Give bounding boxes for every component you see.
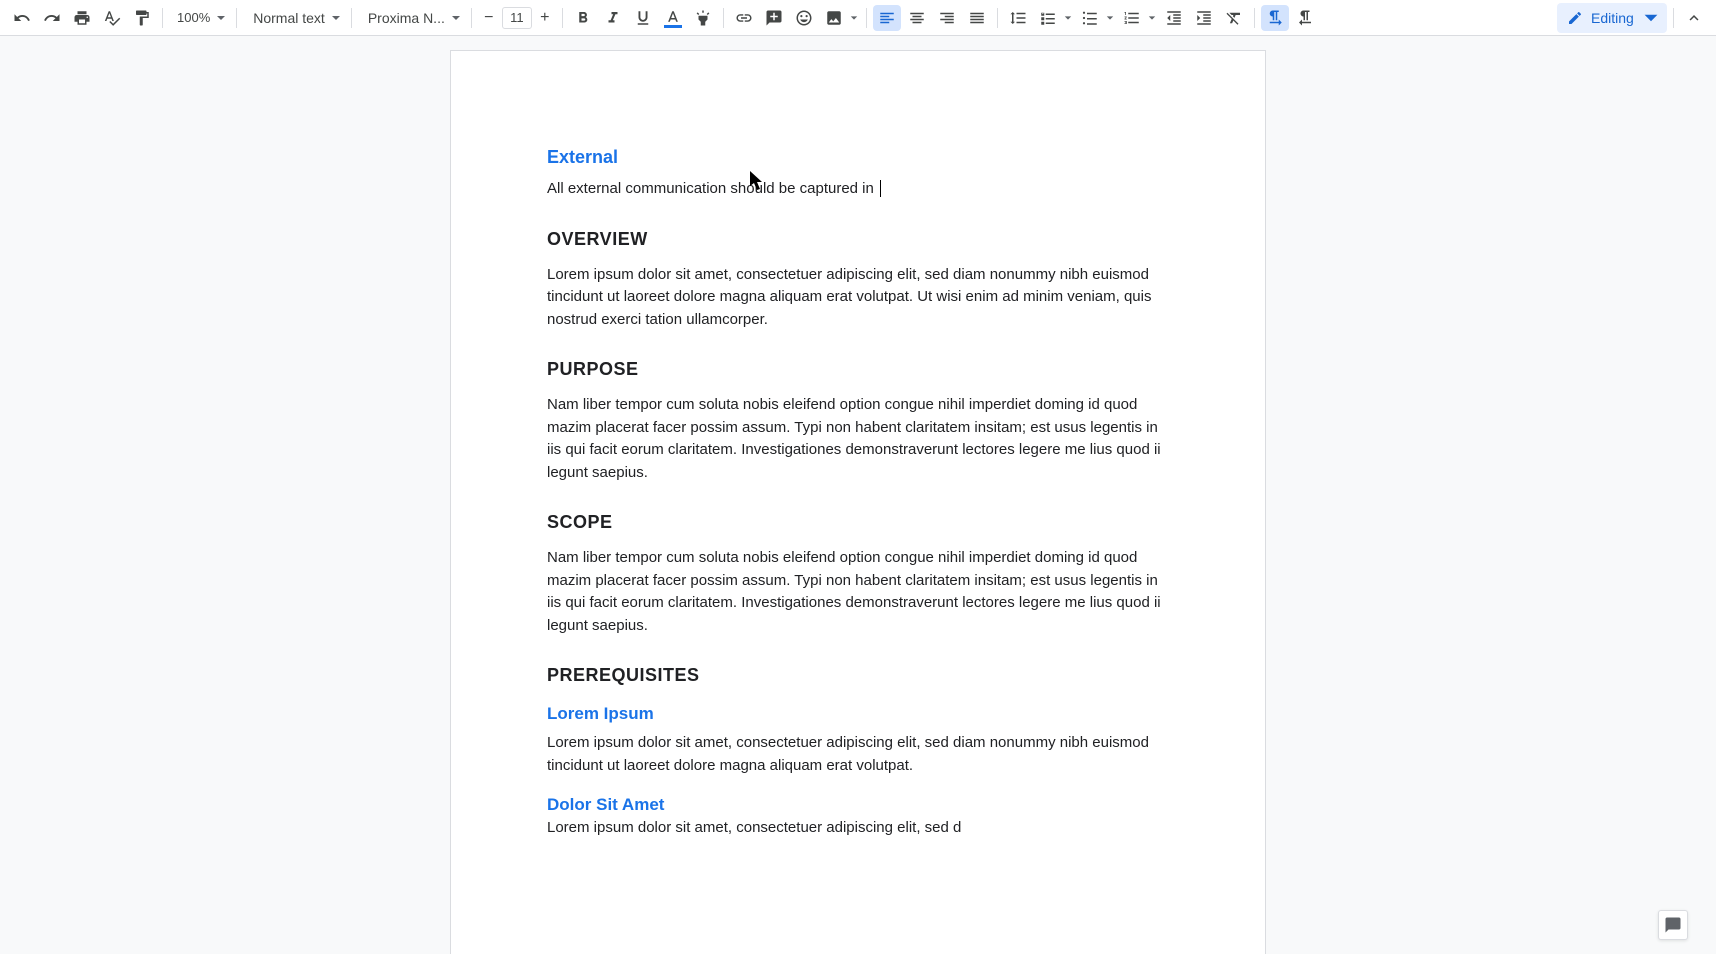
clear-formatting-button[interactable] [1220, 5, 1248, 31]
align-justify-button[interactable] [963, 5, 991, 31]
decrease-font-size-button[interactable]: − [478, 7, 500, 29]
font-dropdown[interactable]: Proxima N... [358, 5, 465, 31]
decrease-indent-button[interactable] [1160, 5, 1188, 31]
underline-button[interactable] [629, 5, 657, 31]
paragraph-external[interactable]: All external communication should be cap… [547, 178, 1169, 201]
paragraph-style-dropdown[interactable]: Normal text [243, 5, 345, 31]
editing-mode-button[interactable]: Editing [1557, 3, 1667, 33]
paint-format-button[interactable] [128, 5, 156, 31]
numbered-list-combo [1118, 5, 1158, 31]
line-spacing-combo [1004, 5, 1032, 31]
font-size-group: − 11 + [478, 7, 556, 29]
paragraph-purpose[interactable]: Nam liber tempor cum soluta nobis eleife… [547, 394, 1169, 484]
bulleted-list-button[interactable] [1076, 5, 1104, 31]
numbered-list-button[interactable] [1118, 5, 1146, 31]
align-left-button[interactable] [873, 5, 901, 31]
font-value: Proxima N... [368, 10, 445, 26]
heading-prerequisites[interactable]: PREREQUISITES [547, 665, 1169, 686]
pencil-icon [1567, 10, 1583, 26]
subheading-dolor-sit-amet[interactable]: Dolor Sit Amet [547, 795, 1169, 815]
insert-emoji-button[interactable] [790, 5, 818, 31]
paragraph-overview[interactable]: Lorem ipsum dolor sit amet, consectetuer… [547, 264, 1169, 332]
paragraph-dolor-sit-amet[interactable]: Lorem ipsum dolor sit amet, consectetuer… [547, 817, 1169, 840]
undo-button[interactable] [8, 5, 36, 31]
text-color-button[interactable] [659, 5, 687, 31]
add-comment-button[interactable] [760, 5, 788, 31]
insert-image-combo [820, 5, 860, 31]
explore-button[interactable] [1658, 910, 1688, 940]
paragraph-lorem-ipsum[interactable]: Lorem ipsum dolor sit amet, consectetuer… [547, 732, 1169, 777]
heading-external[interactable]: External [547, 147, 1169, 168]
highlight-color-button[interactable] [689, 5, 717, 31]
explore-icon [1664, 916, 1682, 934]
zoom-dropdown[interactable]: 100% [169, 5, 230, 31]
document-canvas[interactable]: External All external communication shou… [0, 36, 1716, 954]
heading-purpose[interactable]: PURPOSE [547, 359, 1169, 380]
bulleted-list-combo [1076, 5, 1116, 31]
bulleted-list-dropdown[interactable] [1104, 5, 1116, 31]
paragraph-scope[interactable]: Nam liber tempor cum soluta nobis eleife… [547, 547, 1169, 637]
align-right-button[interactable] [933, 5, 961, 31]
chevron-down-icon [1643, 10, 1659, 26]
document-page[interactable]: External All external communication shou… [450, 50, 1266, 954]
rtl-button[interactable] [1291, 5, 1319, 31]
line-spacing-button[interactable] [1004, 5, 1032, 31]
checklist-combo [1034, 5, 1074, 31]
heading-overview[interactable]: OVERVIEW [547, 229, 1169, 250]
increase-indent-button[interactable] [1190, 5, 1218, 31]
insert-link-button[interactable] [730, 5, 758, 31]
insert-image-button[interactable] [820, 5, 848, 31]
numbered-list-dropdown[interactable] [1146, 5, 1158, 31]
checklist-button[interactable] [1034, 5, 1062, 31]
zoom-value: 100% [177, 10, 210, 25]
spellcheck-button[interactable] [98, 5, 126, 31]
increase-font-size-button[interactable]: + [534, 7, 556, 29]
redo-button[interactable] [38, 5, 66, 31]
align-center-button[interactable] [903, 5, 931, 31]
paragraph-style-value: Normal text [253, 10, 325, 26]
subheading-lorem-ipsum[interactable]: Lorem Ipsum [547, 704, 1169, 724]
heading-scope[interactable]: SCOPE [547, 512, 1169, 533]
collapse-toolbar-button[interactable] [1680, 5, 1708, 31]
ltr-button[interactable] [1261, 5, 1289, 31]
italic-button[interactable] [599, 5, 627, 31]
font-size-input[interactable]: 11 [502, 7, 532, 29]
toolbar: 100% Normal text Proxima N... − 11 + [0, 0, 1716, 36]
print-button[interactable] [68, 5, 96, 31]
bold-button[interactable] [569, 5, 597, 31]
insert-image-dropdown[interactable] [848, 5, 860, 31]
checklist-dropdown[interactable] [1062, 5, 1074, 31]
editing-mode-label: Editing [1591, 10, 1634, 26]
